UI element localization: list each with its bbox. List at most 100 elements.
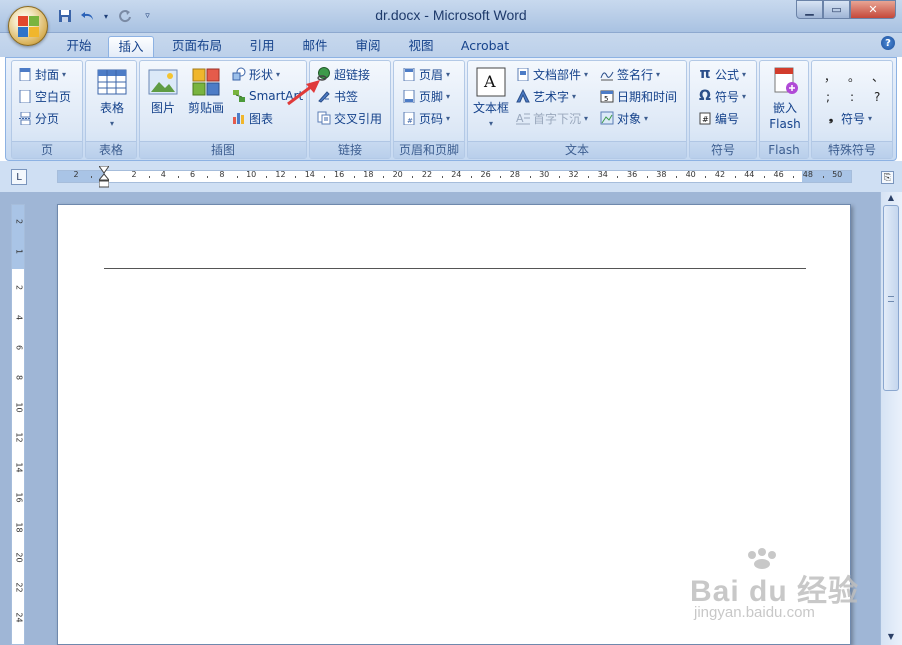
shapes-button[interactable]: 形状 ▾ — [232, 64, 280, 84]
quick-parts-button[interactable]: 文档部件 ▾ — [516, 64, 588, 84]
date-time-button[interactable]: 5 日期和时间 — [600, 86, 677, 106]
ruler-tick-mark — [676, 176, 678, 178]
office-button[interactable] — [8, 6, 48, 46]
blank-page-button[interactable]: 空白页 — [18, 86, 71, 106]
drop-cap-button[interactable]: A 首字下沉 ▾ — [516, 108, 588, 128]
tab-insert[interactable]: 插入 — [108, 36, 154, 57]
symbol-button[interactable]: Ω 符号 ▾ — [698, 86, 746, 106]
group-label-text: 文本 — [468, 141, 686, 158]
ribbon: 封面 ▾ 空白页 分页 页 表格 ▾ 表格 图片 剪贴画 形状 ▾ SmartA… — [5, 57, 897, 161]
special-char[interactable]: ? — [874, 90, 880, 104]
scroll-down-icon[interactable]: ▼ — [884, 632, 898, 644]
view-ruler-icon[interactable]: ⎘ — [881, 171, 894, 184]
picture-button[interactable]: 图片 — [144, 66, 182, 116]
ruler-tick-mark — [383, 176, 385, 178]
page-break-button[interactable]: 分页 — [18, 108, 59, 128]
page-number-button[interactable]: # 页码 ▾ — [402, 108, 450, 128]
group-header-footer: 页眉 ▾ 页脚 ▾ # 页码 ▾ 页眉和页脚 — [393, 60, 465, 159]
vertical-ruler[interactable]: 2 1 2 4 6 8 10 12 14 16 18 20 22 24 — [11, 204, 25, 645]
ruler-tick-label: 22 — [421, 170, 433, 179]
special-symbol-button[interactable]: ❟ 符号 ▾ — [824, 108, 872, 128]
chart-button[interactable]: 图表 — [232, 108, 273, 128]
ruler-tick-label: 20 — [392, 170, 403, 179]
scroll-up-icon[interactable]: ▲ — [884, 193, 898, 205]
ruler-tick-mark — [470, 176, 472, 178]
group-symbols: π 公式 ▾ Ω 符号 ▾ # 编号 符号 — [689, 60, 757, 159]
special-char[interactable]: : — [850, 90, 854, 104]
blank-page-icon — [18, 89, 32, 103]
annotation-arrow-icon — [287, 80, 320, 106]
text-box-icon: A — [476, 67, 506, 97]
equation-button[interactable]: π 公式 ▾ — [698, 64, 746, 84]
ruler-tick-label: 2 — [14, 284, 24, 291]
scroll-thumb[interactable] — [883, 205, 899, 391]
clipart-icon — [192, 68, 220, 96]
help-icon[interactable]: ? — [881, 36, 895, 50]
ruler-tick-label: 34 — [597, 170, 608, 179]
footer-button[interactable]: 页脚 ▾ — [402, 86, 450, 106]
header-icon — [402, 67, 416, 81]
clipart-button[interactable]: 剪贴画 — [184, 66, 228, 116]
text-box-button[interactable]: A 文本框 ▾ — [470, 66, 512, 132]
group-special-symbols: ， 。 、 ; : ? ❟ 符号 ▾ 特殊符号 — [811, 60, 893, 159]
tab-review[interactable]: 审阅 — [347, 36, 389, 57]
special-char[interactable]: 、 — [872, 68, 884, 85]
ruler-tick-label: 4 — [14, 314, 24, 321]
cross-reference-button[interactable]: 交叉引用 — [317, 108, 382, 128]
numbering-button[interactable]: # 编号 — [698, 108, 739, 128]
tab-references[interactable]: 引用 — [241, 36, 283, 57]
maximize-icon[interactable]: ▭ — [823, 0, 850, 19]
header-button[interactable]: 页眉 ▾ — [402, 64, 450, 84]
ruler-tick-label: 20 — [14, 552, 24, 563]
ruler-tick-mark — [734, 176, 736, 178]
ruler-tick-mark — [441, 176, 443, 178]
special-char[interactable]: ; — [826, 90, 830, 104]
minimize-icon[interactable]: ▁ — [796, 0, 823, 19]
page-number-icon: # — [402, 111, 416, 125]
special-char[interactable]: ， — [824, 68, 836, 85]
wordart-button[interactable]: 艺术字 ▾ — [516, 86, 576, 106]
close-icon[interactable]: ✕ — [850, 0, 896, 19]
special-char[interactable]: 。 — [848, 68, 860, 85]
ruler-tick-label: 50 — [832, 170, 843, 179]
horizontal-ruler[interactable]: 2 2 4 6 8 10 12 14 16 18 20 22 24 26 28 30 32 34 36 38 40 42 4… — [57, 170, 852, 183]
ruler-tick-label: 40 — [685, 170, 696, 179]
embed-flash-button[interactable]: 嵌入 Flash — [763, 66, 807, 132]
table-button[interactable]: 表格 ▾ — [90, 66, 134, 132]
ruler-tick-mark — [500, 176, 502, 178]
tab-page-layout[interactable]: 页面布局 — [164, 36, 230, 57]
group-label-flash: Flash — [760, 141, 808, 158]
group-label-illustrations: 插图 — [140, 141, 306, 158]
ruler-tick-label: 8 — [14, 374, 24, 381]
cover-page-button[interactable]: 封面 ▾ — [18, 64, 66, 84]
ruler-tick-label: 8 — [219, 170, 225, 179]
signature-line-button[interactable]: 签名行 ▾ — [600, 64, 660, 84]
indent-marker-icon[interactable] — [99, 166, 109, 188]
tab-view[interactable]: 视图 — [400, 36, 442, 57]
ruler-tick-mark — [412, 176, 414, 178]
tab-mailings[interactable]: 邮件 — [294, 36, 336, 57]
vertical-scrollbar[interactable]: ▲ ▼ — [880, 192, 902, 645]
tab-selector-icon[interactable]: L — [11, 169, 27, 185]
cover-page-icon — [18, 67, 32, 81]
ruler-tick-label: 6 — [190, 170, 196, 179]
flash-icon — [774, 67, 798, 94]
tab-home[interactable]: 开始 — [57, 36, 101, 57]
ruler-tick-label: 42 — [714, 170, 726, 179]
object-button[interactable]: 对象 ▾ — [600, 108, 648, 128]
svg-text:#: # — [407, 117, 413, 125]
quick-parts-icon — [516, 67, 530, 81]
calendar-icon: 5 — [600, 89, 614, 103]
tab-acrobat[interactable]: Acrobat — [452, 36, 518, 57]
left-margin — [58, 171, 105, 182]
ruler-tick-label: 10 — [246, 170, 257, 179]
ruler-tick-label: 14 — [14, 462, 24, 473]
ruler-tick-label: 46 — [773, 170, 784, 179]
drop-cap-icon: A — [516, 111, 530, 125]
office-logo-icon — [18, 16, 40, 38]
ruler-tick-mark — [295, 176, 297, 178]
chart-icon — [232, 111, 246, 125]
group-text: A 文本框 ▾ 文档部件 ▾ 艺术字 ▾ A 首字下沉 ▾ 签名行 ▾ 5 日期和时间 … — [467, 60, 687, 159]
ruler-tick-mark — [148, 176, 150, 178]
ruler-tick-label: 24 — [14, 612, 24, 623]
